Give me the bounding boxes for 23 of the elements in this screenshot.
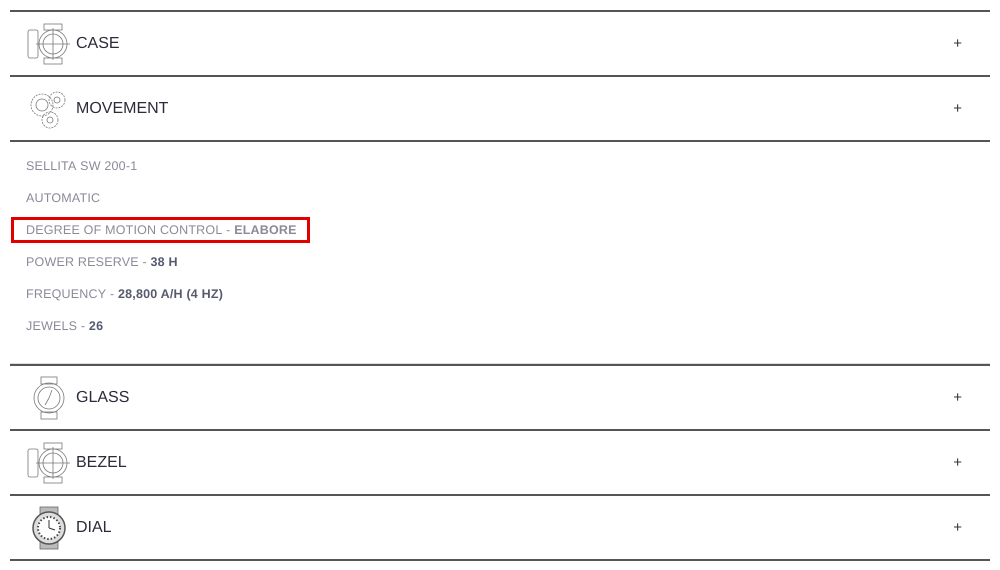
section-title: GLASS — [76, 388, 130, 406]
expand-toggle[interactable]: + — [953, 35, 962, 52]
spec-item: FREQUENCY - 28,800 A/H (4 HZ) — [26, 286, 224, 303]
expand-toggle[interactable]: + — [953, 100, 962, 117]
accordion-header[interactable]: CASE + — [10, 12, 990, 75]
section-title: DIAL — [76, 518, 113, 536]
section-title: BEZEL — [76, 454, 128, 472]
spec-item: AUTOMATIC — [26, 190, 102, 207]
spec-item: DEGREE OF MOTION CONTROL - ELABORE — [11, 217, 310, 243]
watch-icon — [26, 22, 72, 66]
accordion-header[interactable]: MOVEMENT + — [10, 77, 990, 140]
section-title: MOVEMENT — [76, 100, 170, 118]
section-title: CASE — [76, 34, 121, 52]
accordion-header[interactable]: DIAL + — [10, 496, 990, 559]
accordion-header[interactable]: GLASS + — [10, 366, 990, 429]
spec-item: SELLITA SW 200-1 — [26, 158, 138, 175]
watch-icon — [26, 440, 72, 484]
accordion-header[interactable]: BEZEL + — [10, 431, 990, 494]
expand-toggle[interactable]: + — [953, 454, 962, 471]
spec-item: JEWELS - 26 — [26, 318, 104, 335]
expand-toggle[interactable]: + — [953, 519, 962, 536]
expand-toggle[interactable]: + — [953, 389, 962, 406]
spec-item: POWER RESERVE - 38 H — [26, 254, 179, 271]
